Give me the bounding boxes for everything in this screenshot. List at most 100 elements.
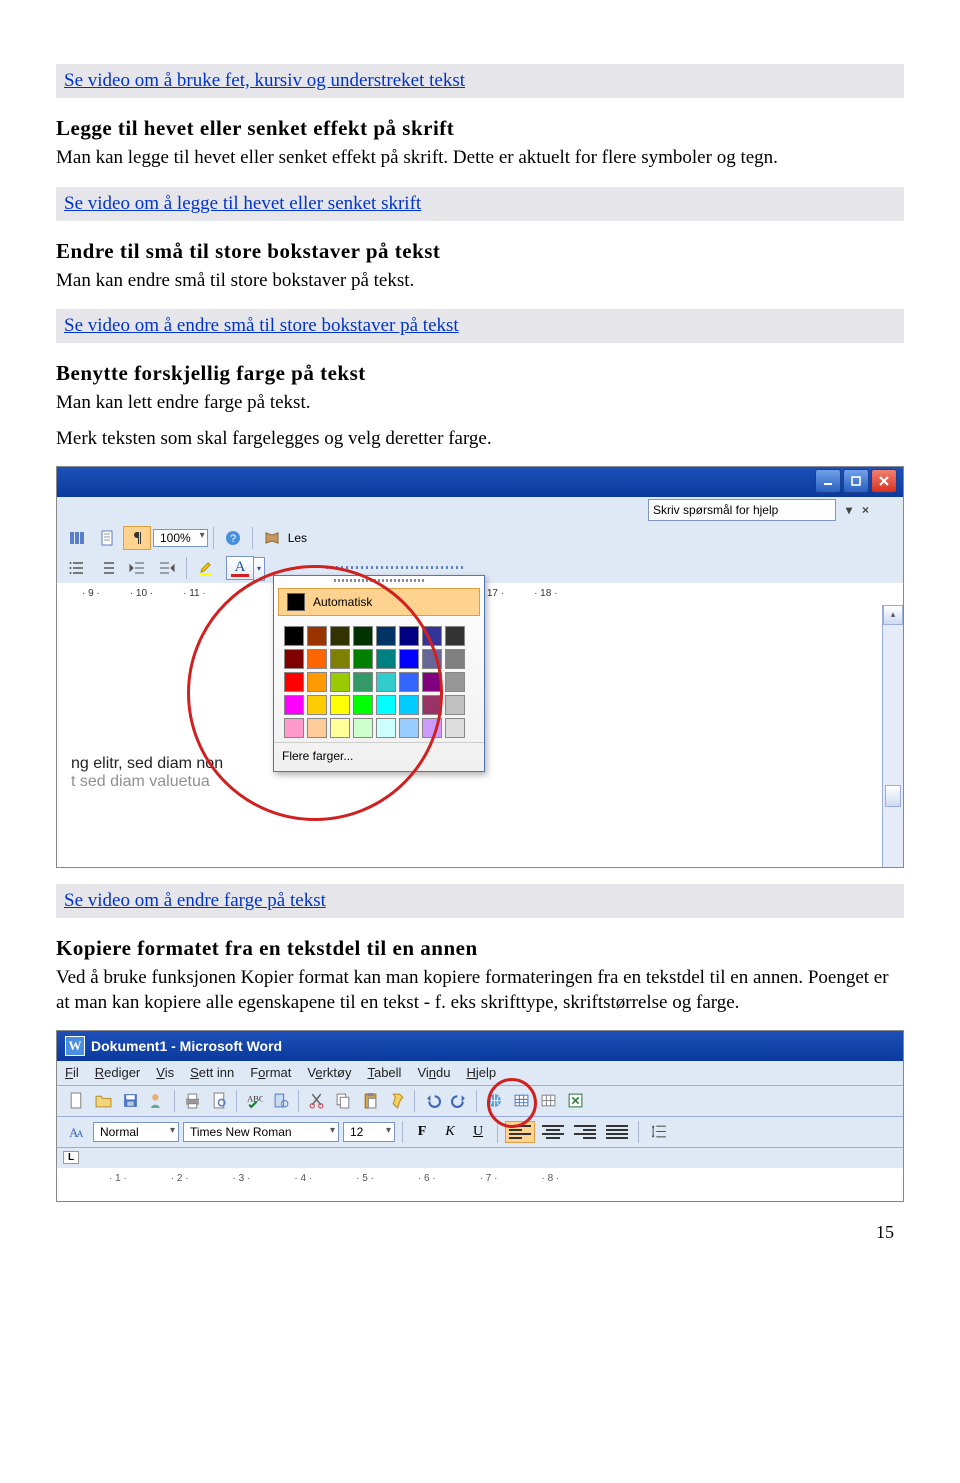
- menu-vis[interactable]: Vis: [156, 1065, 174, 1080]
- color-swatch[interactable]: [330, 649, 350, 669]
- color-swatch[interactable]: [330, 718, 350, 738]
- automatic-color-button[interactable]: Automatisk: [278, 588, 480, 616]
- tab-selector[interactable]: L: [63, 1151, 79, 1164]
- dropdown-icon[interactable]: ▾: [846, 503, 852, 517]
- color-swatch[interactable]: [376, 718, 396, 738]
- zoom-combo[interactable]: 100%: [153, 529, 208, 547]
- outdent-icon[interactable]: [123, 556, 151, 580]
- close-button[interactable]: [871, 469, 897, 493]
- more-colors-button[interactable]: Flere farger...: [274, 742, 484, 771]
- maximize-button[interactable]: [843, 469, 869, 493]
- highlight-icon[interactable]: [192, 556, 220, 580]
- align-center-button[interactable]: [539, 1122, 567, 1142]
- cut-icon[interactable]: [303, 1089, 329, 1113]
- color-swatch[interactable]: [445, 626, 465, 646]
- color-swatch[interactable]: [422, 626, 442, 646]
- menu-rediger[interactable]: Rediger: [95, 1065, 141, 1080]
- color-swatch[interactable]: [307, 626, 327, 646]
- print-icon[interactable]: [179, 1089, 205, 1113]
- color-swatch[interactable]: [399, 695, 419, 715]
- help-icon[interactable]: ?: [219, 526, 247, 550]
- color-swatch[interactable]: [330, 626, 350, 646]
- line-spacing-icon[interactable]: [646, 1120, 672, 1144]
- italic-button[interactable]: K: [438, 1121, 462, 1143]
- align-right-button[interactable]: [571, 1122, 599, 1142]
- styles-icon[interactable]: AA: [63, 1120, 89, 1144]
- menu-sett inn[interactable]: Sett inn: [190, 1065, 234, 1080]
- align-left-button[interactable]: [505, 1121, 535, 1143]
- minimize-button[interactable]: [815, 469, 841, 493]
- scrollbar[interactable]: ▴: [882, 605, 903, 867]
- numlist-icon[interactable]: [93, 556, 121, 580]
- help-search-input[interactable]: [648, 499, 836, 521]
- color-swatch[interactable]: [353, 718, 373, 738]
- format-painter-icon[interactable]: [384, 1089, 410, 1113]
- color-swatch[interactable]: [307, 695, 327, 715]
- paste-icon[interactable]: [357, 1089, 383, 1113]
- color-swatch[interactable]: [445, 718, 465, 738]
- underline-button[interactable]: U: [466, 1121, 490, 1143]
- video-link-2[interactable]: Se video om å legge til hevet eller senk…: [64, 193, 421, 214]
- color-swatch[interactable]: [284, 672, 304, 692]
- menu-hjelp[interactable]: Hjelp: [466, 1065, 496, 1080]
- color-swatch[interactable]: [422, 649, 442, 669]
- save-icon[interactable]: [117, 1089, 143, 1113]
- color-swatch[interactable]: [445, 672, 465, 692]
- preview-icon[interactable]: [206, 1089, 232, 1113]
- tables-icon[interactable]: [508, 1089, 534, 1113]
- menu-format[interactable]: Format: [250, 1065, 291, 1080]
- excel-icon[interactable]: [562, 1089, 588, 1113]
- color-swatch[interactable]: [284, 649, 304, 669]
- color-swatch[interactable]: [422, 672, 442, 692]
- list-icon[interactable]: [63, 556, 91, 580]
- book-icon[interactable]: [258, 526, 286, 550]
- video-link-3[interactable]: Se video om å endre små til store boksta…: [64, 315, 459, 336]
- color-swatch[interactable]: [353, 626, 373, 646]
- color-swatch[interactable]: [307, 672, 327, 692]
- size-combo[interactable]: 12: [343, 1122, 395, 1142]
- doc-icon[interactable]: [93, 526, 121, 550]
- color-swatch[interactable]: [284, 718, 304, 738]
- undo-icon[interactable]: [419, 1089, 445, 1113]
- video-link-4[interactable]: Se video om å endre farge på tekst: [64, 890, 326, 911]
- color-swatch[interactable]: [307, 718, 327, 738]
- color-swatch[interactable]: [376, 672, 396, 692]
- permission-icon[interactable]: [144, 1089, 170, 1113]
- show-marks-icon[interactable]: [123, 526, 151, 550]
- open-icon[interactable]: [90, 1089, 116, 1113]
- copy-icon[interactable]: [330, 1089, 356, 1113]
- video-link-1[interactable]: Se video om å bruke fet, kursiv og under…: [64, 70, 465, 91]
- font-combo[interactable]: Times New Roman: [183, 1122, 339, 1142]
- menu-fil[interactable]: Fil: [65, 1065, 79, 1080]
- columns-icon[interactable]: [63, 526, 91, 550]
- color-swatch[interactable]: [353, 649, 373, 669]
- color-swatch[interactable]: [376, 695, 396, 715]
- color-swatch[interactable]: [330, 672, 350, 692]
- menu-verktøy[interactable]: Verktøy: [307, 1065, 351, 1080]
- color-swatch[interactable]: [399, 718, 419, 738]
- color-swatch[interactable]: [307, 649, 327, 669]
- color-swatch[interactable]: [330, 695, 350, 715]
- color-swatch[interactable]: [445, 649, 465, 669]
- hyperlink-icon[interactable]: [481, 1089, 507, 1113]
- spellcheck-icon[interactable]: ABC: [241, 1089, 267, 1113]
- toolbar-grip[interactable]: [326, 566, 466, 569]
- color-swatch[interactable]: [422, 718, 442, 738]
- color-swatch[interactable]: [399, 672, 419, 692]
- menu-vindu[interactable]: Vindu: [417, 1065, 450, 1080]
- align-justify-button[interactable]: [603, 1122, 631, 1142]
- color-swatch[interactable]: [399, 649, 419, 669]
- font-color-button[interactable]: A▾: [226, 556, 254, 580]
- color-swatch[interactable]: [353, 695, 373, 715]
- style-combo[interactable]: Normal: [93, 1122, 179, 1142]
- close-help-icon[interactable]: ×: [862, 503, 869, 517]
- redo-icon[interactable]: [446, 1089, 472, 1113]
- color-swatch[interactable]: [376, 626, 396, 646]
- insert-table-icon[interactable]: [535, 1089, 561, 1113]
- color-swatch[interactable]: [284, 626, 304, 646]
- color-swatch[interactable]: [399, 626, 419, 646]
- color-swatch[interactable]: [422, 695, 442, 715]
- bold-button[interactable]: F: [410, 1121, 434, 1143]
- color-swatch[interactable]: [445, 695, 465, 715]
- menu-tabell[interactable]: Tabell: [367, 1065, 401, 1080]
